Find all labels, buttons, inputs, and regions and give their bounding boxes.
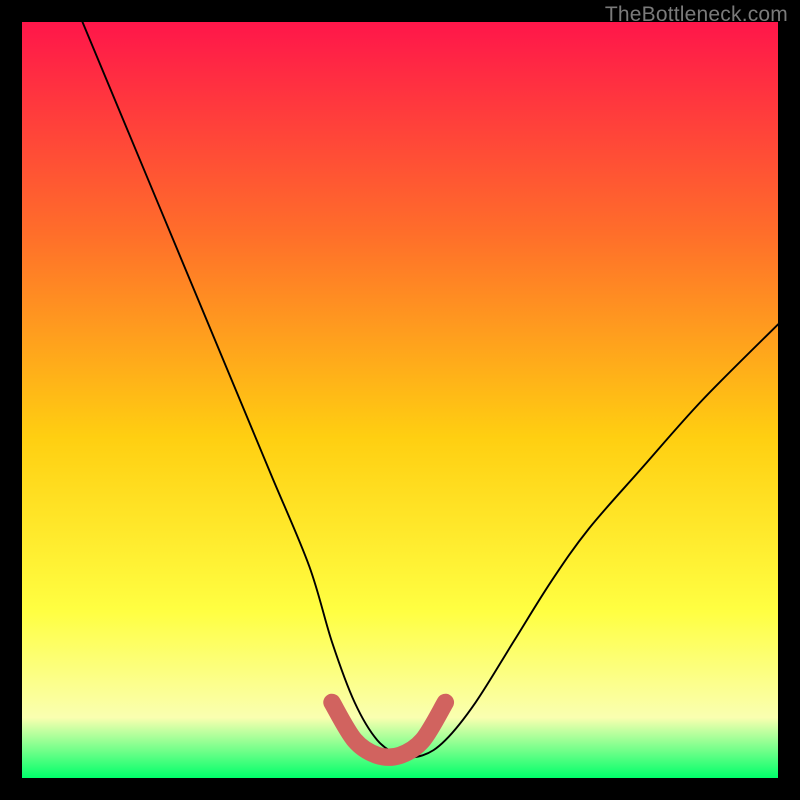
chart-frame: TheBottleneck.com [0,0,800,800]
watermark-text: TheBottleneck.com [605,3,788,27]
gradient-background [22,22,778,778]
chart-svg [22,22,778,778]
chart-plot-area [22,22,778,778]
